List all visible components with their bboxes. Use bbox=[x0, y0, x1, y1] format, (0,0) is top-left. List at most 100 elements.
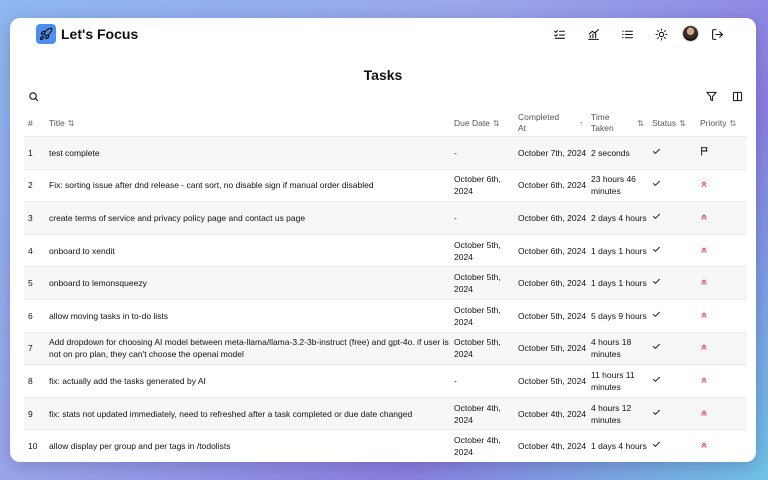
list-icon[interactable] bbox=[620, 27, 634, 41]
task-title: allow moving tasks in to-do lists bbox=[45, 299, 450, 333]
task-number: 7 bbox=[24, 332, 45, 366]
task-number: 3 bbox=[24, 201, 45, 235]
task-status bbox=[648, 169, 696, 203]
task-time-taken: 23 hours 46 minutes bbox=[587, 169, 648, 203]
task-number: 9 bbox=[24, 397, 45, 431]
check-icon[interactable] bbox=[652, 342, 661, 354]
search-icon[interactable] bbox=[26, 89, 40, 103]
logout-icon[interactable] bbox=[710, 27, 724, 41]
column-header-completed-at[interactable]: Completed At ↑ bbox=[514, 110, 587, 137]
table-row[interactable]: 4 onboard to xendit October 5th, 2024 Octob… bbox=[24, 234, 747, 268]
sort-icon[interactable]: ⇅ bbox=[729, 119, 736, 128]
column-header-priority[interactable]: Priority ⇅ bbox=[696, 110, 747, 137]
task-title: create terms of service and privacy poli… bbox=[45, 201, 450, 235]
table-row[interactable]: 9 fix: stats not updated immediately, nee… bbox=[24, 397, 747, 431]
double-chevron-up-icon[interactable] bbox=[700, 408, 708, 420]
sun-icon[interactable] bbox=[654, 27, 668, 41]
filter-icon[interactable] bbox=[704, 89, 718, 103]
task-completed-at: October 6th, 2024 bbox=[514, 266, 587, 300]
table-row[interactable]: 8 fix: actually add the tasks generated b… bbox=[24, 364, 747, 398]
table-row[interactable]: 3 create terms of service and privacy pol… bbox=[24, 201, 747, 235]
task-time-taken: 5 days 9 hours bbox=[587, 299, 648, 333]
task-number: 10 bbox=[24, 429, 45, 462]
check-icon[interactable] bbox=[652, 408, 661, 420]
task-time-taken: 4 hours 12 minutes bbox=[587, 397, 648, 431]
task-time-taken: 11 hours 11 minutes bbox=[587, 364, 648, 398]
task-status bbox=[648, 397, 696, 431]
task-due-date: October 6th, 2024 bbox=[450, 169, 514, 203]
sort-asc-icon[interactable]: ↑ bbox=[579, 118, 583, 129]
check-icon[interactable] bbox=[652, 277, 661, 289]
table-row[interactable]: 6 allow moving tasks in to-do lists Octobe… bbox=[24, 299, 747, 333]
table-row[interactable]: 1 test complete - October 7th, 2024 2 second… bbox=[24, 136, 747, 170]
checklist-icon[interactable] bbox=[552, 27, 566, 41]
task-due-date: October 5th, 2024 bbox=[450, 266, 514, 300]
task-title: onboard to xendit bbox=[45, 234, 450, 268]
double-chevron-up-icon[interactable] bbox=[700, 179, 708, 191]
task-time-taken: 1 days 4 hours bbox=[587, 429, 648, 462]
task-due-date: October 4th, 2024 bbox=[450, 397, 514, 431]
column-header-time-taken[interactable]: Time Taken ⇅ bbox=[587, 110, 648, 137]
check-icon[interactable] bbox=[652, 310, 661, 322]
task-completed-at: October 5th, 2024 bbox=[514, 299, 587, 333]
sort-icon[interactable]: ⇅ bbox=[679, 119, 686, 128]
table-header-row: # Title ⇅ Due Date ⇅ Completed At ↑ Time T… bbox=[24, 110, 747, 137]
task-number: 1 bbox=[24, 136, 45, 170]
task-title: Add dropdown for choosing AI model betwe… bbox=[45, 332, 450, 366]
task-title: onboard to lemonsqueezy bbox=[45, 266, 450, 300]
task-status bbox=[648, 364, 696, 398]
app-title[interactable]: Let's Focus bbox=[61, 25, 138, 43]
column-header-status[interactable]: Status ⇅ bbox=[648, 110, 696, 137]
columns-icon[interactable] bbox=[730, 89, 744, 103]
task-due-date: - bbox=[450, 364, 514, 398]
task-completed-at: October 7th, 2024 bbox=[514, 136, 587, 170]
table-row[interactable]: 7 Add dropdown for choosing AI model betw… bbox=[24, 332, 747, 366]
sort-icon[interactable]: ⇅ bbox=[493, 119, 500, 128]
check-icon[interactable] bbox=[652, 245, 661, 257]
task-priority bbox=[696, 201, 747, 235]
task-priority bbox=[696, 299, 747, 333]
table-row[interactable]: 10 allow display per group and per tags i… bbox=[24, 429, 747, 462]
flag-icon[interactable] bbox=[700, 146, 710, 159]
header: Let's Focus bbox=[10, 18, 756, 52]
column-header-title[interactable]: Title ⇅ bbox=[45, 110, 450, 137]
column-header-due-date[interactable]: Due Date ⇅ bbox=[450, 110, 514, 137]
chart-icon[interactable] bbox=[586, 27, 600, 41]
task-completed-at: October 6th, 2024 bbox=[514, 234, 587, 268]
double-chevron-up-icon[interactable] bbox=[700, 440, 708, 452]
task-status bbox=[648, 429, 696, 462]
tasks-table: # Title ⇅ Due Date ⇅ Completed At ↑ Time T… bbox=[24, 110, 747, 462]
table-row[interactable]: 2 Fix: sorting issue after dnd release - … bbox=[24, 169, 747, 203]
double-chevron-up-icon[interactable] bbox=[700, 310, 708, 322]
double-chevron-up-icon[interactable] bbox=[700, 342, 708, 354]
check-icon[interactable] bbox=[652, 179, 661, 191]
check-icon[interactable] bbox=[652, 147, 661, 159]
task-completed-at: October 6th, 2024 bbox=[514, 169, 587, 203]
page-title: Tasks bbox=[363, 67, 403, 83]
table-row[interactable]: 5 onboard to lemonsqueezy October 5th, 202… bbox=[24, 266, 747, 300]
task-due-date: October 5th, 2024 bbox=[450, 234, 514, 268]
sort-icon[interactable]: ⇅ bbox=[637, 118, 644, 129]
task-completed-at: October 6th, 2024 bbox=[514, 201, 587, 235]
task-title: fix: actually add the tasks generated by… bbox=[45, 364, 450, 398]
task-priority bbox=[696, 397, 747, 431]
column-header-number: # bbox=[24, 110, 45, 137]
check-icon[interactable] bbox=[652, 212, 661, 224]
task-completed-at: October 5th, 2024 bbox=[514, 364, 587, 398]
double-chevron-up-icon[interactable] bbox=[700, 375, 708, 387]
task-status bbox=[648, 136, 696, 170]
task-number: 8 bbox=[24, 364, 45, 398]
double-chevron-up-icon[interactable] bbox=[700, 212, 708, 224]
rocket-icon[interactable] bbox=[36, 24, 56, 44]
task-number: 2 bbox=[24, 169, 45, 203]
avatar[interactable] bbox=[682, 25, 699, 42]
task-due-date: October 5th, 2024 bbox=[450, 332, 514, 366]
check-icon[interactable] bbox=[652, 375, 661, 387]
double-chevron-up-icon[interactable] bbox=[700, 245, 708, 257]
sort-icon[interactable]: ⇅ bbox=[68, 119, 75, 128]
double-chevron-up-icon[interactable] bbox=[700, 277, 708, 289]
task-due-date: - bbox=[450, 201, 514, 235]
check-icon[interactable] bbox=[652, 440, 661, 452]
task-completed-at: October 5th, 2024 bbox=[514, 332, 587, 366]
task-due-date: October 4th, 2024 bbox=[450, 429, 514, 462]
